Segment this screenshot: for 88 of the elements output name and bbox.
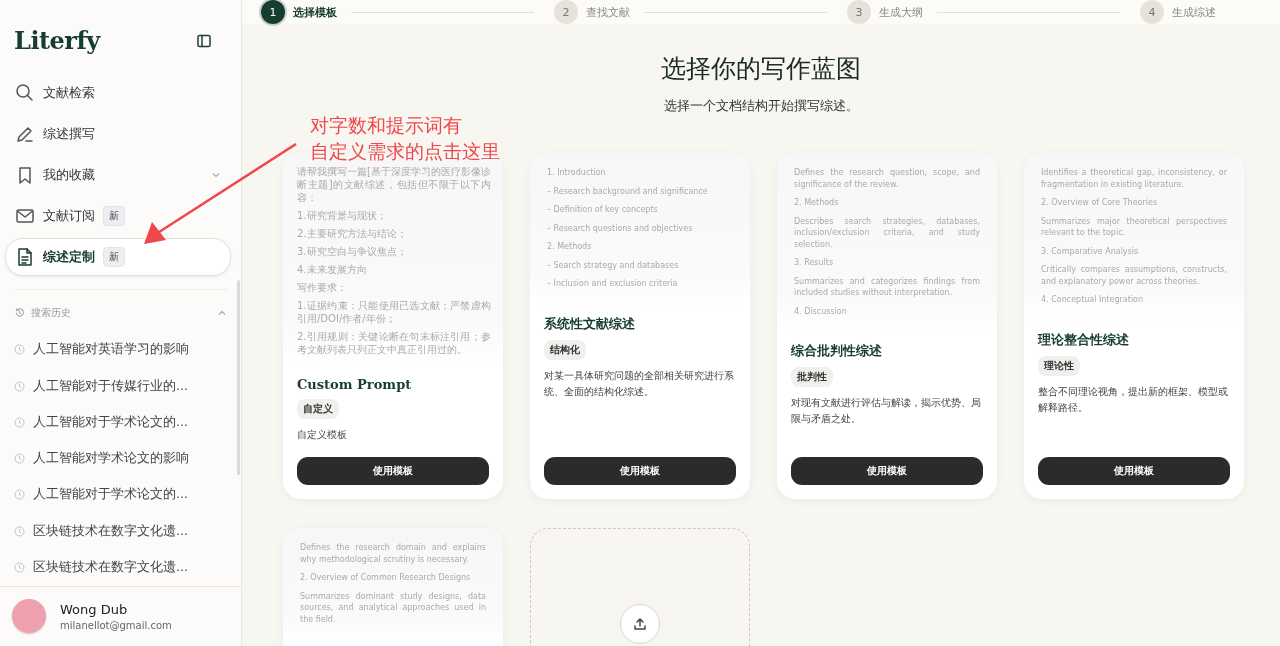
card-description: 对现有文献进行评估与解读，揭示优势、局限与矛盾之处。 [791,396,982,426]
avatar [12,599,46,634]
card-title: 综合批判性综述 [791,342,882,360]
upload-icon [633,617,647,631]
preview-text: Defines the research domain and explains why methodological scrutiny is necessary. [300,542,486,565]
clock-icon [14,416,25,428]
preview-text: – Definition of key concepts [547,204,659,216]
clock-icon [14,489,25,501]
history-item[interactable]: 区块链技术在数字文化遗... [14,513,227,550]
step-number[interactable]: 1 [261,0,285,24]
page-title: 选择你的写作蓝图 [660,53,862,85]
preview-text: 1.研究背景与现状； [297,209,388,222]
use-template-button[interactable]: 使用模板 [297,457,489,485]
step-label[interactable]: 选择模板 [293,4,337,20]
card-title: 系统性文献综述 [544,314,635,333]
new-badge: 新 [103,205,125,226]
preview-text: 2. Overview of Core Theories [1041,197,1159,209]
section-title: 搜索历史 [31,305,71,320]
preview-text: Summarizes dominant study designs, data sources, and analytical approaches used in the field. [300,590,486,625]
preview-text: Critically compares assumptions, constructs, and explanatory power across theories. [1041,264,1227,287]
card-description: 自定义模板 [297,428,347,442]
card-title: 理论整合性综述 [1038,330,1129,349]
nav-item[interactable]: 综述撰写 [5,114,231,153]
preview-text: – Search strategy and databases [547,259,680,271]
preview-text: 2.引用规则：关键论断在句末标注引用；参考文献列表只列正文中真正引用过的。 [297,330,491,356]
page-subtitle: 选择一个文档结构开始撰写综述。 [662,97,860,115]
use-template-button[interactable]: 使用模板 [791,457,983,485]
history-item[interactable]: 人工智能对于学术论文的... [14,476,227,514]
preview-text: 2. Overview of Common Research Designs [300,572,472,584]
preview-text: Summarizes and categorizes findings from included studies without interpretation. [794,275,980,299]
clock-icon [14,380,25,392]
preview-text: 2.主要研究方法与结论； [297,227,408,240]
card-description: 整合不同理论视角，提出新的框架、模型或解释路径。 [1038,384,1229,415]
preview-text: Defines the research question, scope, and significance of the review. [794,167,980,190]
card-description: 对某一具体研究问题的全部相关研究进行系统、全面的结构化综述。 [544,368,735,399]
preview-text: Describes search strategies, databases, inclusion/exclusion criteria, and study selection. [794,215,980,250]
nav-item[interactable]: 文献检索 [5,73,231,112]
document-icon [15,246,35,267]
history-item[interactable]: 人工智能对英语学习的影响 [14,331,227,368]
user-email: milanellot@gmail.com [60,619,172,631]
card-title: Custom Prompt [297,377,412,392]
history-item[interactable]: 人工智能对于学术论文的... [14,404,227,441]
preview-text: 4.未来发展方向 [297,263,368,276]
step-number[interactable]: 3 [847,0,871,24]
annotation-text: 对字数和提示词有 [310,113,463,138]
tag: 自定义 [297,399,339,419]
clock-icon [14,525,25,537]
preview-text: 1.证据约束：只能使用已选文献；严禁虚构引用/DOI/作者/年份； [297,299,491,325]
preview-text: 2. Methods [794,197,840,209]
preview-text: 2. Methods [547,241,593,253]
user-name: Wong Dub [60,601,129,617]
preview-text: 4. Discussion [794,305,848,317]
new-badge: 新 [103,246,125,267]
upload-button[interactable] [620,604,660,644]
nav-item[interactable]: 我的收藏 [5,155,231,194]
tag: 批判性 [791,367,833,387]
search-icon [15,82,35,103]
clock-icon [14,562,25,574]
history-icon [14,307,25,319]
preview-text: 3. Results [794,257,835,269]
preview-text: Identifies a theoretical gap, inconsistency, or fragmentation in existing literature. [1041,167,1227,190]
preview-text: Summarizes major theoretical perspectives relevant to the topic. [1041,215,1227,239]
preview-text: 4. Conceptual Integration [1041,294,1145,306]
preview-text: – Research background and significance [547,185,709,197]
preview-text: 3. Comparative Analysis [1041,245,1140,257]
annotation-text: 自定义需求的点击这里 [310,139,500,164]
use-template-button[interactable]: 使用模板 [1038,457,1230,485]
sidebar-toggle-icon [196,32,212,49]
tag: 结构化 [544,339,586,360]
preview-text: 1. Introduction [547,167,607,179]
nav-item[interactable]: 文献订阅 新 [5,196,231,235]
preview-text: 3.研究空白与争议焦点； [297,245,408,258]
preview-text: – Research questions and objectives [547,222,694,234]
history-item[interactable]: 人工智能对学术论文的影响 [14,440,227,477]
history-item[interactable]: 区块链技术在数字文化遗... [14,549,227,586]
history-item[interactable]: 人工智能对于传媒行业的... [14,367,227,405]
clock-icon [14,344,25,356]
clock-icon [14,453,25,465]
use-template-button[interactable]: 使用模板 [544,457,736,485]
step-number[interactable]: 2 [554,0,578,24]
tag: 理论性 [1038,355,1080,376]
step-label[interactable]: 查找文献 [586,4,630,20]
step-label[interactable]: 生成综述 [1172,4,1216,20]
step-label[interactable]: 生成大纲 [879,4,923,20]
preview-text: – Inclusion and exclusion criteria [547,278,679,290]
nav-item[interactable]: 综述定制 新 [5,237,231,276]
logo: Literfy [14,26,100,56]
preview-text: 写作要求： [297,281,348,294]
